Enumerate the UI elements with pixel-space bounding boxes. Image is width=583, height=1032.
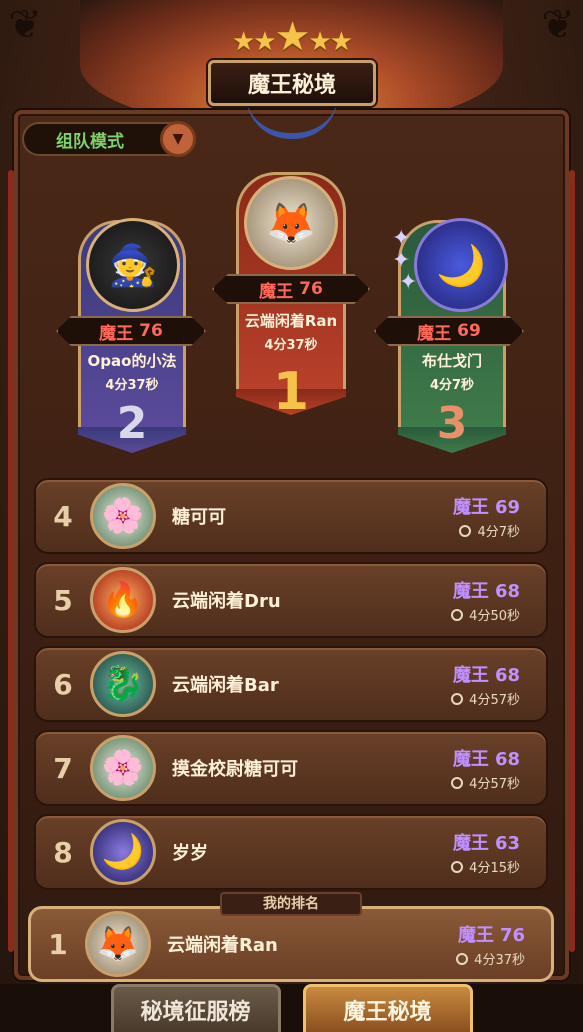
level-label: 魔王 [452,664,489,686]
star-icon: ★ [329,27,353,57]
level-label: 魔王 [99,323,134,344]
star-icon: ★ [308,27,331,57]
level-value: 68 [494,748,520,770]
dragon-icon: 🐉 [90,651,156,717]
podium-rank-1: 1 [272,362,310,422]
level-value: 76 [299,279,323,299]
clear-time: 4分7秒 [426,521,520,540]
flower-spirit-icon: 🌸 [90,735,156,801]
level-value: 69 [494,496,520,518]
clear-time: 4分37秒 [431,949,525,968]
player-name: 糖可可 [172,507,226,528]
rank-number: 6 [53,667,73,701]
level-value: 68 [494,580,520,602]
star-icon: ★ [231,27,255,57]
clear-time: 4分15秒 [426,857,520,876]
clock-icon [451,860,464,873]
level-value: 76 [139,321,163,341]
star-icon: ★ [253,27,276,57]
time-value: 4分57秒 [469,776,520,792]
player-name: 云端闲着Bar [172,675,279,696]
page-title: 魔王秘境 [208,60,376,106]
list-item[interactable]: 6 🐉 云端闲着Bar 魔王 68 4分57秒 [34,646,548,722]
podium-name-1: 云端闲着Ran [244,312,338,330]
mode-label: 组队模式 [56,131,124,152]
time-value: 4分15秒 [469,860,520,876]
fire-spiral-icon: 🔥 [90,567,156,633]
moon-orb-icon[interactable]: 🌙 [414,218,508,312]
level-value: 63 [494,832,520,854]
rank-number: 5 [53,583,73,617]
chevron-down-icon[interactable]: ▼ [160,121,196,157]
clear-time: 4分57秒 [426,773,520,792]
podium-level-2: 魔王 76 [56,316,206,346]
podium-name-3: 布仕戈门 [421,352,482,370]
clock-icon [459,524,472,537]
star-icon: ★ [274,14,311,60]
time-value: 4分7秒 [477,524,520,540]
my-rank-row[interactable]: 1 🦊 云端闲着Ran 魔王 76 4分37秒 [28,906,554,982]
player-name: 摸金校尉糖可可 [172,759,298,780]
level-label: 魔王 [452,496,489,518]
podium-name-2: Opao的小法 [87,352,177,370]
time-value: 4分50秒 [469,608,520,624]
clock-icon [451,608,464,621]
level-label: 魔王 [457,924,494,946]
level-badge: 魔王 76 [431,921,525,947]
rank-number: 4 [53,499,73,533]
podium-time-3: 4分7秒 [429,378,475,393]
clear-time: 4分50秒 [426,605,520,624]
mode-selector[interactable]: 组队模式 ▼ [22,121,196,157]
player-name: 云端闲着Dru [172,591,281,612]
podium-rank-3: 3 [436,398,468,449]
clock-icon [456,952,469,965]
my-rank-tag: 我的排名 [220,892,362,916]
rank-number: 7 [53,751,73,785]
winged-moon-icon: 🌙 [90,819,156,885]
sparkle-icon: ✦ ✦ ✦ [392,226,418,295]
level-badge: 魔王 68 [426,577,520,603]
list-item[interactable]: 4 🌸 糖可可 魔王 69 4分7秒 [34,478,548,554]
level-label: 魔王 [259,281,294,302]
clear-time: 4分57秒 [426,689,520,708]
flower-spirit-icon: 🌸 [90,483,156,549]
level-label: 魔王 [417,323,452,344]
list-item[interactable]: 7 🌸 摸金校尉糖可可 魔王 68 4分57秒 [34,730,548,806]
player-name: 岁岁 [172,843,208,864]
level-value: 69 [457,321,481,341]
rank-number: 1 [48,927,68,961]
tab-conquest-ranking[interactable]: 秘境征服榜 [110,984,281,1032]
right-side-bar [569,170,575,952]
level-badge: 魔王 69 [426,493,520,519]
level-value: 68 [494,664,520,686]
clock-icon [451,776,464,789]
level-label: 魔王 [452,832,489,854]
level-badge: 魔王 68 [426,661,520,687]
fox-hood-icon: 🦊 [85,911,151,977]
level-value: 76 [499,924,525,946]
podium-time-2: 4分37秒 [105,378,159,393]
clock-icon [451,692,464,705]
level-label: 魔王 [452,580,489,602]
time-value: 4分57秒 [469,692,520,708]
tab-demon-realm[interactable]: 魔王秘境 [302,984,473,1032]
podium-level-1: 魔王 76 [212,274,370,304]
rank-number: 8 [53,835,73,869]
left-side-bar [8,170,14,952]
player-name: 云端闲着Ran [167,935,278,956]
level-badge: 魔王 68 [426,745,520,771]
level-badge: 魔王 63 [426,829,520,855]
time-value: 4分37秒 [474,952,525,968]
podium-level-3: 魔王 69 [374,316,524,346]
fox-hood-icon[interactable]: 🦊 [244,176,338,270]
level-label: 魔王 [452,748,489,770]
star-rating: ★★★★★ [0,14,583,60]
podium-rank-2: 2 [116,398,148,449]
witch-hat-icon[interactable]: 🧙 [86,218,180,312]
bottom-tab-bar: 秘境征服榜 魔王秘境 [0,984,583,1032]
podium-time-1: 4分37秒 [264,338,318,353]
list-item[interactable]: 8 🌙 岁岁 魔王 63 4分15秒 [34,814,548,890]
list-item[interactable]: 5 🔥 云端闲着Dru 魔王 68 4分50秒 [34,562,548,638]
